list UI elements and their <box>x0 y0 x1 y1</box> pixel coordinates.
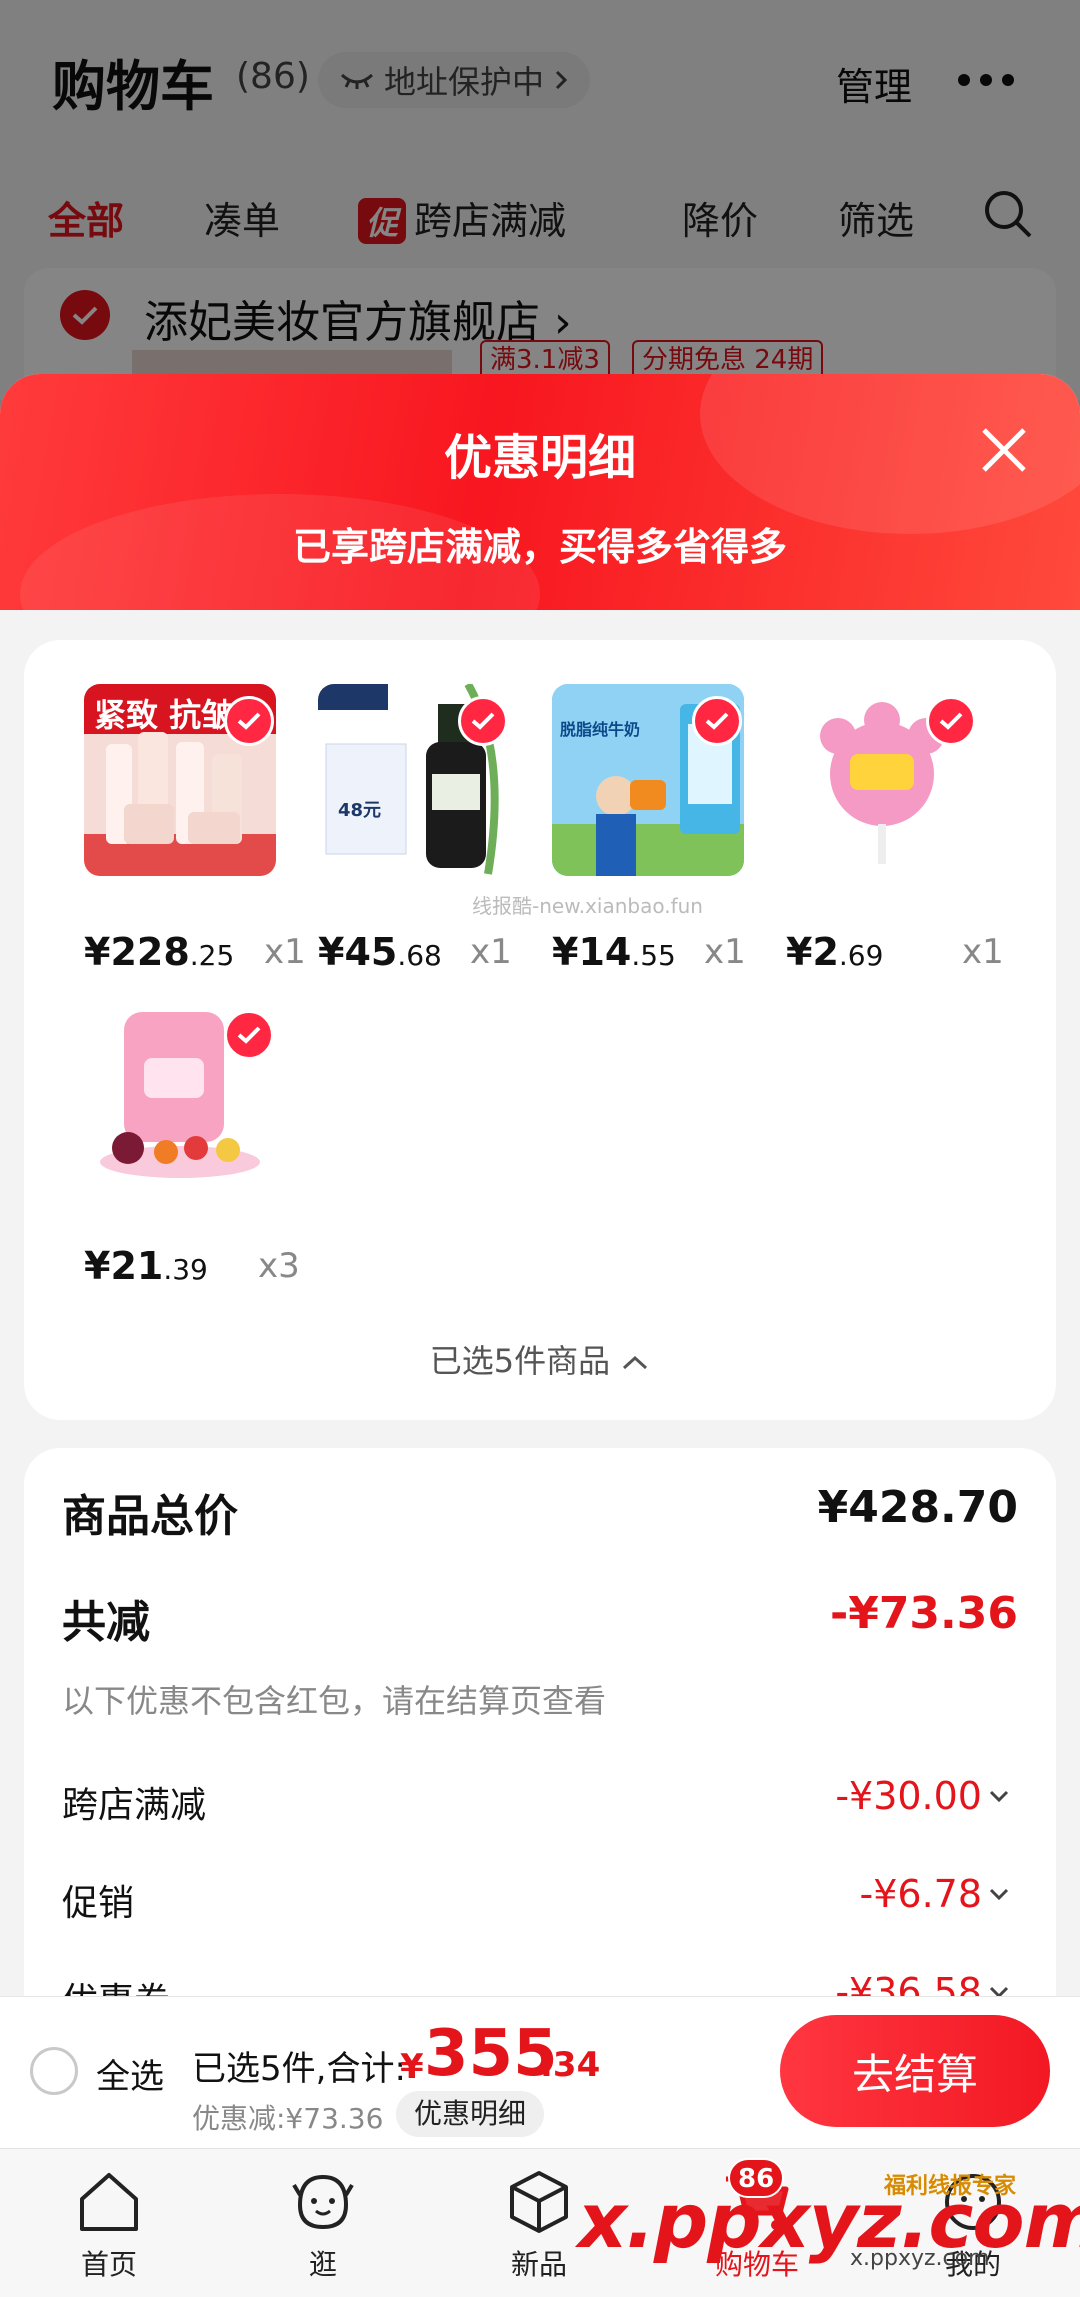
total-reduce-label: 共减 <box>62 1597 150 1648</box>
close-icon[interactable] <box>976 422 1032 478</box>
total-decimal: .34 <box>540 2045 601 2085</box>
discount-line-label: 跨店满减 <box>62 1785 207 1826</box>
check-icon[interactable] <box>224 1010 274 1060</box>
chevron-down-icon <box>989 1790 1009 1803</box>
modal-overlay[interactable] <box>0 0 1080 400</box>
total-price-value: ¥428.70 <box>817 1482 1018 1533</box>
check-icon[interactable] <box>926 696 976 746</box>
item-price: ¥45.68 <box>318 930 442 974</box>
item-price: ¥228.25 <box>84 930 234 974</box>
discount-line-value: -¥30.00 <box>835 1774 982 1818</box>
total-price-label: 商品总价 <box>62 1491 238 1542</box>
chevron-up-icon <box>623 1355 648 1370</box>
item-quantity: x3 <box>258 1246 300 1286</box>
price-decimal: .69 <box>838 939 884 972</box>
product-image-text: 48元 <box>338 800 382 821</box>
watermark-brand: 福利线报专家 <box>884 2174 1017 2199</box>
sheet-header: 优惠明细 已享跨店满减，买得多省得多 <box>0 374 1080 694</box>
selected-count-toggle[interactable]: 已选5件商品 <box>24 1336 1056 1382</box>
price-integer: ¥45 <box>318 930 398 974</box>
discount-line-cross-store[interactable]: -¥30.00 <box>835 1774 1010 1818</box>
chevron-down-icon <box>989 1888 1009 1901</box>
check-icon[interactable] <box>692 696 742 746</box>
tab-label: 逛 <box>308 2248 337 2281</box>
product-image-text: 紧致 抗皱 <box>94 696 234 734</box>
watermark-text: 线报酷-new.xianbao.fun <box>472 894 703 918</box>
price-integer: ¥14 <box>552 930 632 974</box>
selected-count-label: 已选5件商品 <box>429 1342 611 1380</box>
item-quantity: x1 <box>962 932 1004 972</box>
selected-items-card: 紧致 抗皱 ¥228.25 x1 48元 ¥45.68 x1 脱脂纯牛奶 ¥14… <box>24 640 1056 1420</box>
item-quantity: x1 <box>264 932 306 972</box>
checkout-bar: 全选 已选5件,合计: ¥ 355 .34 优惠减:¥73.36 优惠明细 去结… <box>0 1996 1080 2148</box>
sheet-title: 优惠明细 <box>443 430 636 486</box>
tab-discover[interactable]: 逛 <box>258 2165 388 2283</box>
cart-page-background: 购物车 (86) 地址保护中 管理 全部 凑单 促跨店满减 降价 筛选 添妃美妆… <box>0 0 1080 470</box>
discount-line-promotion[interactable]: -¥6.78 <box>860 1872 1011 1916</box>
price-decimal: .55 <box>631 939 676 972</box>
new-product-icon <box>510 2171 568 2233</box>
discover-icon <box>292 2174 354 2230</box>
total-reduce-value: -¥73.36 <box>829 1588 1018 1639</box>
tab-home[interactable]: 首页 <box>44 2165 174 2283</box>
price-decimal: .68 <box>397 939 442 972</box>
item-price: ¥21.39 <box>84 1244 208 1288</box>
product-image-text: 脱脂纯牛奶 <box>560 720 641 739</box>
price-integer: ¥2 <box>786 930 839 974</box>
discount-note: 以下优惠不包含红包，请在结算页查看 <box>62 1682 607 1720</box>
sheet-subtitle: 已享跨店满减，买得多省得多 <box>292 525 787 569</box>
home-icon <box>80 2173 138 2231</box>
price-integer: ¥21 <box>84 1244 164 1288</box>
discount-line-label: 促销 <box>62 1883 135 1924</box>
check-icon[interactable] <box>224 696 274 746</box>
discount-detail-button[interactable]: 优惠明细 <box>396 2091 545 2137</box>
item-price: ¥2.69 <box>786 930 883 974</box>
price-decimal: .25 <box>189 939 235 972</box>
item-price: ¥14.55 <box>552 930 676 974</box>
discount-line-value: -¥6.78 <box>859 1872 983 1916</box>
watermark-url: x.ppxyz.com <box>850 2246 990 2271</box>
select-all-label[interactable]: 全选 <box>96 2049 164 2098</box>
price-decimal: .39 <box>163 1253 208 1286</box>
total-currency: ¥ <box>400 2047 424 2087</box>
select-all-checkbox[interactable] <box>30 2047 78 2095</box>
check-icon[interactable] <box>458 696 508 746</box>
checkout-button[interactable]: 去结算 <box>780 2015 1050 2127</box>
item-quantity: x1 <box>704 932 746 972</box>
price-integer: ¥228 <box>84 930 190 974</box>
tab-label: 首页 <box>80 2248 137 2281</box>
discount-summary: 优惠减:¥73.36 <box>192 2102 384 2135</box>
total-integer: 355 <box>424 2017 558 2091</box>
selected-total-label: 已选5件,合计: <box>192 2049 406 2089</box>
item-quantity: x1 <box>470 932 512 972</box>
